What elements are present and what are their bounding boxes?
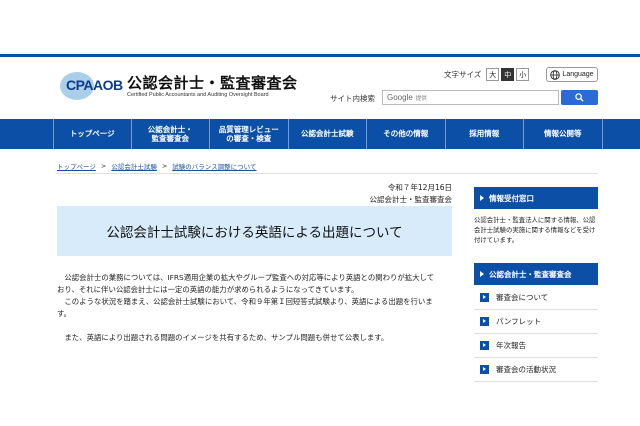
sidebar-info-desc: 公認会計士・監査法人に関する情報、公認会計士試験の実施に関する情報などを受け付け… (474, 216, 596, 244)
search-input[interactable]: Google 提供 (382, 90, 559, 105)
site-logo[interactable]: CPAAOB 公認会計士・監査審査会 Certified Public Acco… (60, 70, 300, 106)
sidebar-about-title: 公認会計士・監査審査会 (489, 269, 572, 279)
font-size-medium-button[interactable]: 中 (501, 68, 515, 81)
search-button[interactable] (561, 90, 598, 105)
nav-item-recruitment[interactable]: 採用情報 (446, 119, 524, 149)
font-size-switcher: 文字サイズ 大 中 小 (444, 68, 530, 81)
sidebar-about-header[interactable]: 公認会計士・監査審査会 (474, 263, 598, 285)
font-size-large-button[interactable]: 大 (486, 68, 500, 81)
body-line: おり、それに伴い公認会計士には一定の英語の能力が求められるようになってきています… (57, 285, 359, 294)
body-line: このような状況を踏まえ、公認会計士試験において、令和９年第Ｉ回短答式試験より、英… (57, 297, 433, 306)
publisher-org: 公認会計士・監査審査会 (369, 195, 453, 204)
sidebar-item-annual-report[interactable]: 年次報告 (474, 334, 598, 358)
nav-item-quality-review[interactable]: 品質管理レビュー の審査・検査 (210, 119, 289, 149)
header-top-line (0, 54, 640, 57)
search-placeholder: 提供 (415, 95, 427, 102)
triangle-right-icon (480, 195, 484, 201)
publish-date: 令和７年12月16日 (387, 183, 452, 192)
breadcrumb-separator: > (100, 162, 107, 170)
sidebar-item-about-board[interactable]: 審査会について (474, 286, 598, 310)
breadcrumb-link-current[interactable]: 試験のバランス調整について (172, 161, 256, 171)
nav-item-cpa-exam[interactable]: 公認会計士試験 (289, 119, 367, 149)
breadcrumb: トップページ > 公認会計士試験 > 試験のバランス調整について (57, 161, 256, 171)
sidebar-info-header[interactable]: 情報受付窓口 (474, 187, 598, 209)
page-title-box: 公認会計士試験における英語による出題について (57, 206, 452, 256)
search-icon (575, 93, 584, 102)
language-button[interactable]: Language (546, 67, 598, 82)
arrow-box-icon (480, 365, 489, 374)
sidebar-item-label: 審査会の活動状況 (496, 365, 556, 374)
body-line: また、英語により出題される問題のイメージを共有するため、サンプル問題も併せて公表… (57, 333, 389, 342)
sidebar-item-pamphlet[interactable]: パンフレット (474, 310, 598, 334)
sidebar-item-label: 審査会について (496, 293, 549, 302)
nav-item-top-page[interactable]: トップページ (53, 119, 132, 149)
breadcrumb-link-exam[interactable]: 公認会計士試験 (111, 161, 157, 171)
site-subtitle: Certified Public Accountants and Auditin… (127, 92, 269, 98)
breadcrumb-link-top[interactable]: トップページ (57, 161, 96, 171)
breadcrumb-separator: > (161, 162, 168, 170)
breadcrumb-divider (57, 173, 598, 174)
arrow-box-icon (480, 317, 489, 326)
triangle-right-icon (480, 271, 484, 277)
main-nav: トップページ 公認会計士・ 監査審査会 品質管理レビュー の審査・検査 公認会計… (0, 119, 640, 149)
body-line: す。 (57, 309, 72, 318)
sidebar-item-activities[interactable]: 審査会の活動状況 (474, 358, 598, 382)
globe-icon (550, 69, 561, 80)
site-search-label: サイト内検索 (330, 94, 375, 103)
font-size-small-button[interactable]: 小 (516, 68, 530, 81)
language-label: Language (562, 71, 594, 78)
site-title: 公認会計士・監査審査会 (127, 74, 298, 92)
logo-mark: CPAAOB (60, 70, 123, 102)
arrow-box-icon (480, 293, 489, 302)
nav-item-other-info[interactable]: その他の情報 (367, 119, 446, 149)
article-body: 公認会計士の業務については、IFRS適用企業の拡大やグループ監査への対応等により… (57, 272, 452, 344)
google-logo: Google (387, 93, 413, 102)
sidebar-about-list: 審査会について パンフレット 年次報告 審査会の活動状況 (474, 286, 598, 382)
page-title: 公認会計士試験における英語による出題について (106, 225, 403, 241)
body-line: 公認会計士の業務については、IFRS適用企業の拡大やグループ監査への対応等により… (57, 273, 435, 282)
nav-item-about[interactable]: 公認会計士・ 監査審査会 (132, 119, 210, 149)
logo-text: CPAAOB (66, 77, 123, 93)
sidebar-item-label: 年次報告 (496, 341, 526, 350)
nav-item-disclosure[interactable]: 情報公開等 (524, 119, 603, 149)
font-size-label: 文字サイズ (444, 70, 482, 79)
sidebar-item-label: パンフレット (496, 317, 542, 326)
sidebar-info-title: 情報受付窓口 (489, 193, 534, 203)
arrow-box-icon (480, 341, 489, 350)
